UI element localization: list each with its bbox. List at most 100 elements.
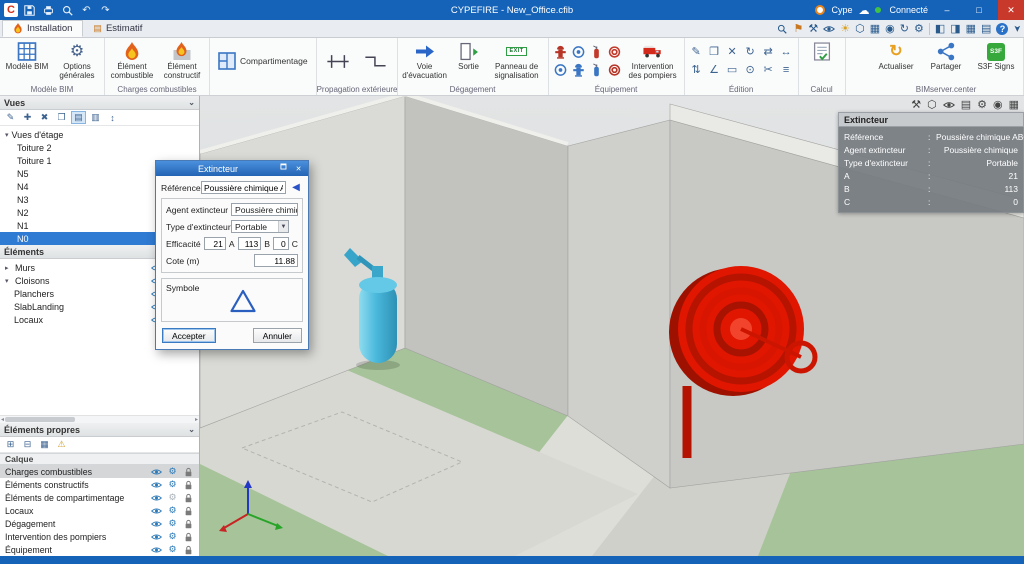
eye-icon[interactable]	[150, 466, 163, 477]
warnings-icon[interactable]: ⚠	[54, 438, 69, 451]
grid-icon[interactable]: ▦	[37, 438, 52, 451]
gear-icon[interactable]: ⚙	[914, 22, 924, 35]
delete-icon[interactable]: ✕	[724, 43, 741, 60]
collapse-all-icon[interactable]: ⊟	[20, 438, 35, 451]
edit-view-icon[interactable]: ✎	[3, 111, 18, 124]
maximize-button[interactable]: □	[966, 0, 992, 20]
angle-icon[interactable]: ∠	[706, 61, 723, 78]
minimize-button[interactable]: –	[934, 0, 960, 20]
eye-icon[interactable]	[943, 100, 955, 110]
camera-icon[interactable]: ◉	[993, 98, 1003, 111]
dialog-title-bar[interactable]: Extincteur 🗖 ✕	[156, 161, 308, 176]
gear-icon[interactable]: ⚙	[166, 544, 179, 555]
rotate-icon[interactable]: ↻	[742, 43, 759, 60]
close-button[interactable]: ✕	[998, 0, 1024, 20]
actualiser-button[interactable]: ↻ Actualiser	[872, 39, 920, 72]
mobile-extinguisher-icon[interactable]	[588, 61, 605, 78]
views-section-header[interactable]: Vues ⌄	[0, 96, 199, 110]
layer-row[interactable]: Éléments de compartimentage ⚙	[0, 491, 199, 504]
layer-row[interactable]: Équipement ⚙	[0, 543, 199, 556]
search-icon[interactable]	[776, 24, 788, 34]
table-icon[interactable]: ▤	[981, 22, 991, 35]
gear-icon[interactable]: ⚙	[166, 492, 179, 503]
agent-select[interactable]: Poussière chimique ▼	[231, 203, 298, 216]
type-select[interactable]: Portable ▼	[231, 220, 289, 233]
gear-icon[interactable]: ⚙	[166, 505, 179, 516]
eye-icon[interactable]	[150, 531, 163, 542]
views-detail-icon[interactable]: ▥	[88, 111, 103, 124]
cancel-button[interactable]: Annuler	[253, 328, 302, 343]
own-elements-section-header[interactable]: Éléments propres ⌄	[0, 423, 199, 437]
undo-icon[interactable]: ↶	[79, 4, 94, 17]
tab-installation[interactable]: Installation	[2, 20, 83, 37]
tree-item-vues-etage[interactable]: ▾Vues d'étage	[0, 128, 199, 141]
lock-icon[interactable]	[182, 505, 195, 516]
gear-icon[interactable]: ⚙	[166, 518, 179, 529]
layer-row[interactable]: Dégagement ⚙	[0, 517, 199, 530]
add-view-icon[interactable]: ✚	[20, 111, 35, 124]
eye-icon[interactable]	[150, 518, 163, 529]
dry-column-icon[interactable]	[570, 43, 587, 60]
fire-hydrant-icon[interactable]	[552, 43, 569, 60]
expand-icon[interactable]: ▸	[5, 264, 12, 272]
lock-icon[interactable]	[182, 544, 195, 555]
3d-viewport[interactable]: ⚒ ⬡ ▤ ⚙ ◉ ▦ Extincteur Référence:Poussiè…	[200, 96, 1024, 556]
properties-icon[interactable]: ≡	[778, 61, 795, 78]
duplicate-view-icon[interactable]: ❐	[54, 111, 69, 124]
fire-cabinet-icon[interactable]	[606, 61, 623, 78]
copy-icon[interactable]: ❐	[706, 43, 723, 60]
mirror-icon[interactable]: ⇄	[760, 43, 777, 60]
dialog-close-button[interactable]: ✕	[292, 163, 305, 174]
eye-icon[interactable]	[150, 479, 163, 490]
eye-icon[interactable]	[150, 544, 163, 555]
accept-button[interactable]: Accepter	[162, 328, 216, 343]
trim-icon[interactable]: ✂	[760, 61, 777, 78]
smoke-detector-icon[interactable]	[552, 61, 569, 78]
propagation-facade-button[interactable]	[320, 42, 356, 80]
element-combustible-button[interactable]: Élément combustible	[108, 39, 156, 80]
stretch-icon[interactable]: ▭	[724, 61, 741, 78]
eye-icon[interactable]	[150, 492, 163, 503]
sort-views-icon[interactable]: ↕	[105, 111, 120, 124]
partager-button[interactable]: Partager	[922, 39, 970, 72]
hose-reel-icon[interactable]	[606, 43, 623, 60]
globe-icon[interactable]: ⬡	[855, 22, 865, 35]
horizontal-scrollbar[interactable]: ◂ ▸	[0, 415, 199, 423]
bie-icon[interactable]	[570, 61, 587, 78]
views-list-icon[interactable]: ▤	[71, 111, 86, 124]
wrench-icon[interactable]: ⚒	[911, 98, 921, 111]
gear-icon[interactable]: ⚙	[166, 531, 179, 542]
reference-input[interactable]	[201, 181, 286, 194]
modele-bim-button[interactable]: Modèle BIM	[3, 39, 51, 72]
hammer-icon[interactable]: ⚒	[808, 22, 818, 35]
lock-icon[interactable]	[182, 492, 195, 503]
lock-icon[interactable]	[182, 518, 195, 529]
cote-input[interactable]	[254, 254, 298, 267]
panneau-signalisation-button[interactable]: EXIT Panneau de signalisation	[489, 39, 545, 80]
layout-left-icon[interactable]: ◧	[935, 22, 945, 35]
propagation-toiture-button[interactable]	[358, 42, 394, 80]
options-generales-button[interactable]: ⚙ Options générales	[53, 39, 101, 80]
scroll-right-icon[interactable]: ▸	[195, 416, 198, 423]
sun-icon[interactable]: ☀	[840, 22, 850, 35]
calcul-button[interactable]	[802, 39, 842, 62]
offset-icon[interactable]: ⇅	[688, 61, 705, 78]
rating-c-input[interactable]	[273, 237, 289, 250]
reference-icon[interactable]: ⊙	[742, 61, 759, 78]
pin-icon[interactable]: ➤	[1012, 25, 1023, 33]
intervention-pompiers-button[interactable]: Intervention des pompiers	[625, 39, 681, 80]
collapse-icon[interactable]: ▾	[5, 277, 12, 285]
rating-b-input[interactable]	[238, 237, 262, 250]
help-icon[interactable]: ?	[996, 23, 1008, 35]
scroll-left-icon[interactable]: ◂	[1, 416, 4, 423]
voie-evacuation-button[interactable]: Voie d'évacuation	[401, 39, 449, 80]
compartimentage-button[interactable]: Compartimentage	[213, 39, 313, 83]
save-icon[interactable]	[22, 4, 37, 17]
gear-icon[interactable]: ⚙	[977, 98, 987, 111]
tab-estimatif[interactable]: ▤ Estimatif	[83, 20, 152, 37]
extinguisher-icon[interactable]	[588, 43, 605, 60]
reference-picker-icon[interactable]: ◀	[289, 181, 303, 194]
element-constructif-button[interactable]: Élément constructif	[158, 39, 206, 80]
eye-icon[interactable]	[150, 505, 163, 516]
zoom-icon[interactable]	[60, 4, 75, 17]
